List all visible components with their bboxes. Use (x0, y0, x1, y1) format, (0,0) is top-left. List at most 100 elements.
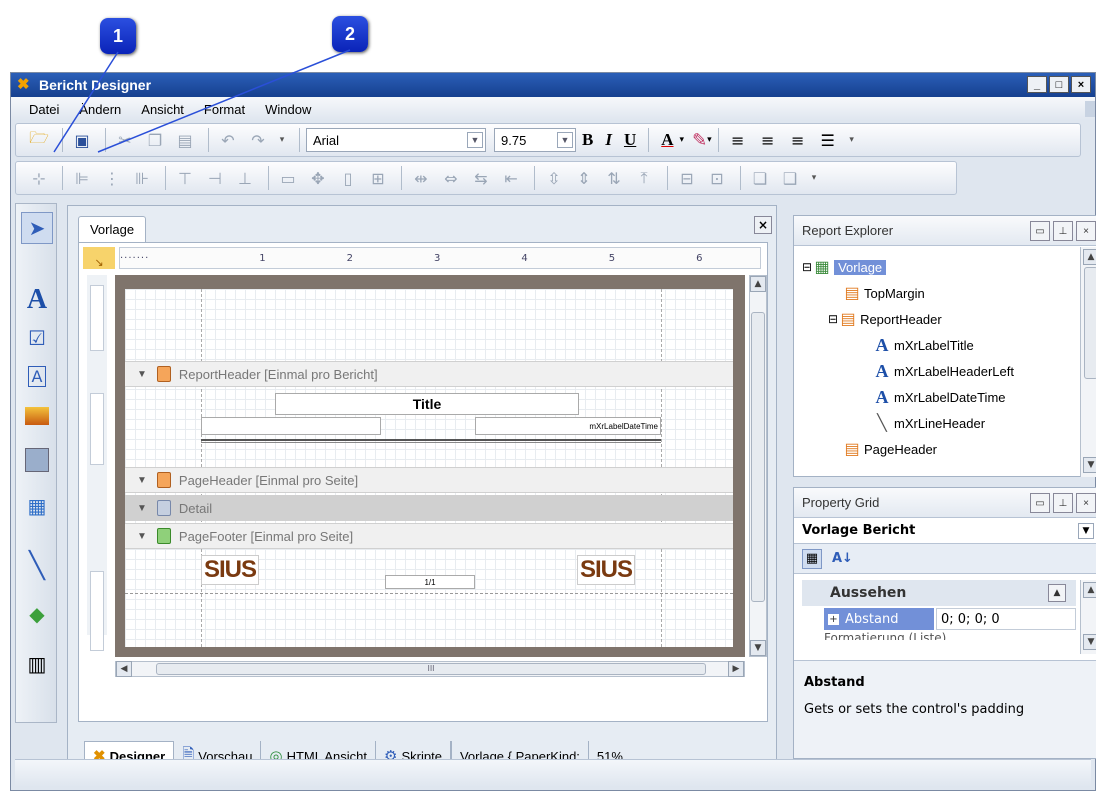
scroll-down-button[interactable]: ▼ (750, 640, 766, 656)
vspace-equal-button[interactable]: ⇳ (541, 165, 567, 191)
collapse-icon[interactable]: ▼ (137, 475, 147, 486)
collapse-icon[interactable]: ⊟ (802, 260, 812, 274)
align-tops-button[interactable]: ⊤ (172, 165, 198, 191)
label-title[interactable]: Title (275, 393, 579, 415)
align-bottoms-button[interactable]: ⊥ (232, 165, 258, 191)
menu-ansicht[interactable]: Ansicht (141, 102, 184, 117)
vspace-remove-button[interactable]: ⤒ (631, 165, 657, 191)
font-size-combo[interactable]: 9.75 ▼ (494, 128, 576, 152)
size-to-grid-button[interactable]: ✥ (305, 165, 331, 191)
paste-button[interactable]: ▤ (172, 127, 198, 153)
band-detail[interactable]: ▼ Detail (125, 495, 733, 521)
highlight-color-button[interactable]: ✎ (692, 130, 707, 151)
maximize-panel-button[interactable]: ▭ (1030, 221, 1050, 241)
checkbox-tool[interactable]: ☑ (21, 322, 53, 354)
align-lefts-button[interactable]: ⊫ (69, 165, 95, 191)
scroll-down-button[interactable]: ▼ (1083, 457, 1096, 473)
send-to-back-button[interactable]: ❑ (777, 165, 803, 191)
chevron-down-icon[interactable]: ▼ (467, 132, 483, 148)
scroll-right-button[interactable]: ▶ (728, 661, 744, 677)
horizontal-scroll-thumb[interactable]: III (156, 663, 706, 675)
menu-aendern[interactable]: Ändern (79, 102, 121, 117)
logo-left[interactable]: SIUS (201, 555, 260, 585)
redo-dropdown[interactable]: ▾ (275, 127, 289, 153)
redo-button[interactable]: ↷ (245, 127, 271, 153)
same-height-button[interactable]: ▯ (335, 165, 361, 191)
collapse-icon[interactable]: ⊟ (828, 312, 838, 326)
center-vertically-button[interactable]: ⊡ (704, 165, 730, 191)
tree-item-reportheader[interactable]: ⊟ ▤ ReportHeader (828, 307, 942, 331)
logo-right[interactable]: SIUS (577, 555, 636, 585)
pin-panel-button[interactable]: ⊥ (1053, 493, 1073, 513)
header-line[interactable] (201, 439, 661, 443)
tree-item-mxrlineheader[interactable]: ╲ mXrLineHeader (874, 411, 985, 435)
ruler-corner[interactable]: ↘ (83, 247, 115, 269)
close-button[interactable]: × (1071, 76, 1091, 93)
hspace-increase-button[interactable]: ⇔ (438, 165, 464, 191)
justify-button[interactable]: ☰ (815, 127, 841, 153)
align-center-button[interactable]: ≡ (755, 127, 781, 153)
same-width-button[interactable]: ▭ (275, 165, 301, 191)
label-date-time[interactable]: mXrLabelDateTime (475, 417, 661, 435)
align-rights-button[interactable]: ⊪ (129, 165, 155, 191)
tree-item-mxrlabelheaderleft[interactable]: A mXrLabelHeaderLeft (874, 359, 1014, 383)
menu-window[interactable]: Window (265, 102, 311, 117)
label-page-info[interactable]: 1/1 (385, 575, 475, 589)
tree-item-topmargin[interactable]: ▤ TopMargin (844, 281, 924, 305)
menu-datei[interactable]: Datei (29, 102, 59, 117)
undo-button[interactable]: ↶ (215, 127, 241, 153)
center-horizontally-button[interactable]: ⊟ (674, 165, 700, 191)
align-to-grid-button[interactable]: ⊹ (26, 165, 52, 191)
explorer-scrollbar[interactable]: ▲ ▼ (1080, 247, 1096, 477)
align-left-button[interactable]: ≡ (725, 127, 751, 153)
open-folder-button[interactable]: 🗁 (26, 127, 52, 153)
tree-item-pageheader[interactable]: ▤ PageHeader (844, 437, 937, 461)
bring-to-front-button[interactable]: ❏ (747, 165, 773, 191)
pin-panel-button[interactable]: ⊥ (1053, 221, 1073, 241)
vertical-scroll-thumb[interactable] (751, 312, 765, 602)
align-middles-button[interactable]: ⊣ (202, 165, 228, 191)
band-report-header[interactable]: ▼ ReportHeader [Einmal pro Bericht] (125, 361, 733, 387)
picture-tool[interactable] (21, 400, 53, 432)
chevron-down-icon[interactable]: ▼ (557, 132, 573, 148)
collapse-icon[interactable]: ▼ (137, 369, 147, 380)
layout-toolbar-overflow[interactable]: ▾ (807, 165, 821, 191)
collapse-icon[interactable]: ▼ (137, 503, 147, 514)
scroll-down-button[interactable]: ▼ (1083, 634, 1096, 650)
scroll-left-button[interactable]: ◀ (116, 661, 132, 677)
richtext-tool[interactable]: A (21, 360, 53, 392)
alphabetical-button[interactable]: A↓ (832, 551, 853, 566)
table-tool[interactable]: ▦ (21, 490, 53, 522)
hspace-equal-button[interactable]: ⇹ (408, 165, 434, 191)
hspace-remove-button[interactable]: ⇤ (498, 165, 524, 191)
menu-grip[interactable] (1085, 101, 1095, 117)
shape-tool[interactable]: ◆ (21, 598, 53, 630)
panel-tool[interactable] (21, 444, 53, 476)
italic-button[interactable]: I (605, 130, 612, 150)
category-aussehen[interactable]: Aussehen ▲ (802, 580, 1076, 606)
collapse-icon[interactable]: ▼ (137, 531, 147, 542)
property-abstand-name[interactable]: + Abstand (824, 608, 934, 630)
same-size-button[interactable]: ⊞ (365, 165, 391, 191)
object-selector[interactable]: Vorlage Bericht ▼ (794, 518, 1096, 544)
close-panel-button[interactable]: × (1076, 221, 1096, 241)
chevron-down-icon[interactable]: ▼ (1078, 523, 1094, 539)
property-abstand-value[interactable]: 0; 0; 0; 0 (936, 608, 1076, 630)
chevron-up-icon[interactable]: ▲ (1048, 584, 1066, 602)
pointer-tool[interactable]: ➤ (21, 212, 53, 244)
maximize-panel-button[interactable]: ▭ (1030, 493, 1050, 513)
band-page-footer[interactable]: ▼ PageFooter [Einmal pro Seite] (125, 523, 733, 549)
font-color-button[interactable]: A (661, 130, 673, 150)
toolbar-overflow[interactable]: ▾ (845, 127, 859, 153)
tree-item-mxrlabeldatetime[interactable]: A mXrLabelDateTime (874, 385, 1006, 409)
save-button[interactable]: ▣ (69, 127, 95, 153)
categorized-button[interactable]: ▦ (802, 548, 822, 569)
line-tool[interactable]: ╲ (21, 550, 53, 582)
chevron-down-icon[interactable]: ▾ (707, 135, 712, 145)
cut-button[interactable]: ✂ (112, 127, 138, 153)
horizontal-scrollbar[interactable]: ◀ III ▶ (115, 661, 745, 677)
tab-vorlage[interactable]: Vorlage (78, 216, 146, 242)
bold-button[interactable]: B (582, 130, 593, 150)
expand-icon[interactable]: + (828, 613, 839, 625)
band-page-header[interactable]: ▼ PageHeader [Einmal pro Seite] (125, 467, 733, 493)
